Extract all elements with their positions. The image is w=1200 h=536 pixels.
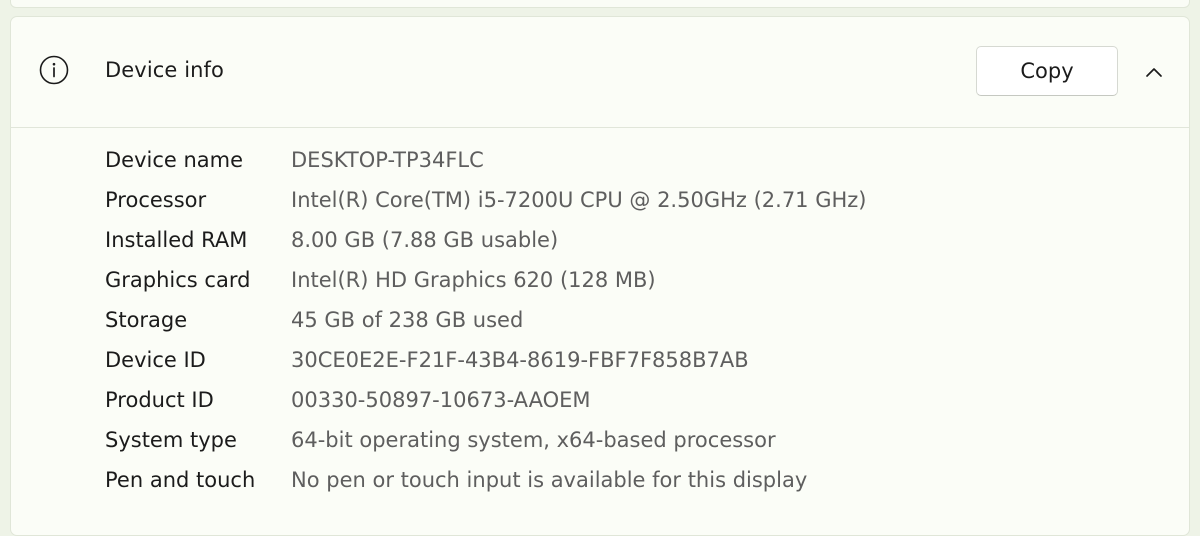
spec-value: 30CE0E2E-F21F-43B4-8619-FBF7F858B7AB [291,348,749,372]
spec-row-graphics-card: Graphics card Intel(R) HD Graphics 620 (… [11,260,1189,300]
device-specs-list: Device name DESKTOP-TP34FLC Processor In… [11,140,1189,500]
info-circle-icon [38,54,70,86]
copy-button[interactable]: Copy [976,46,1118,96]
spec-label: Product ID [105,388,214,412]
spec-row-product-id: Product ID 00330-50897-10673-AAOEM [11,380,1189,420]
spec-value: Intel(R) HD Graphics 620 (128 MB) [291,268,656,292]
spec-value: No pen or touch input is available for t… [291,468,808,492]
spec-row-processor: Processor Intel(R) Core(TM) i5-7200U CPU… [11,180,1189,220]
spec-value: DESKTOP-TP34FLC [291,148,484,172]
spec-value: 8.00 GB (7.88 GB usable) [291,228,559,252]
spec-value: Intel(R) Core(TM) i5-7200U CPU @ 2.50GHz… [291,188,867,212]
spec-label: Installed RAM [105,228,248,252]
spec-row-device-id: Device ID 30CE0E2E-F21F-43B4-8619-FBF7F8… [11,340,1189,380]
spec-value: 64-bit operating system, x64-based proce… [291,428,776,452]
device-info-card: Device info Copy Device name DESKTOP-TP3… [10,16,1190,536]
section-title: Device info [105,58,224,82]
spec-label: Storage [105,308,188,332]
spec-label: Processor [105,188,207,212]
spec-row-device-name: Device name DESKTOP-TP34FLC [11,140,1189,180]
spec-row-pen-and-touch: Pen and touch No pen or touch input is a… [11,460,1189,500]
device-info-header[interactable]: Device info Copy [11,17,1189,128]
spec-label: Graphics card [105,268,251,292]
spec-label: Device name [105,148,244,172]
spec-value: 45 GB of 238 GB used [291,308,524,332]
spec-row-installed-ram: Installed RAM 8.00 GB (7.88 GB usable) [11,220,1189,260]
spec-value: 00330-50897-10673-AAOEM [291,388,591,412]
chevron-up-icon[interactable] [1139,60,1169,84]
spec-row-storage: Storage 45 GB of 238 GB used [11,300,1189,340]
spec-label: System type [105,428,237,452]
spec-label: Pen and touch [105,468,256,492]
spec-row-system-type: System type 64-bit operating system, x64… [11,420,1189,460]
previous-settings-card [10,0,1190,8]
spec-label: Device ID [105,348,206,372]
